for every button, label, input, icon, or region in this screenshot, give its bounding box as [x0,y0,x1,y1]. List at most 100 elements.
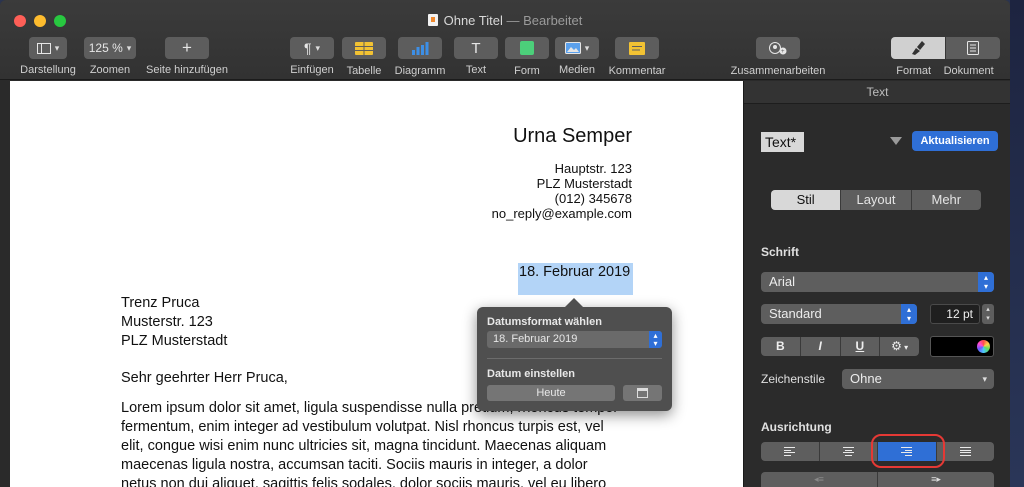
character-styles-label: Zeichenstile [761,372,826,386]
add-page-button[interactable]: + [165,37,209,59]
date-format-popover: Datumsformat wählen 18. Februar 2019 ▴ ▾ … [477,298,672,411]
inspector-tabs: Stil Layout Mehr [771,190,981,210]
view-button[interactable]: ▾ [29,37,67,59]
toolbar-inspector-switch: Format Dokument [890,37,1000,77]
bold-button[interactable]: B [761,337,800,356]
photo-icon [564,42,581,54]
update-style-button[interactable]: Aktualisieren [912,131,998,151]
inspector-header: Text [744,81,1010,104]
indent-buttons: ◂≡ ≡▸ [761,472,994,487]
decrease-indent-button[interactable]: ◂≡ [761,472,877,487]
increase-indent-button[interactable]: ≡▸ [877,472,994,487]
toolbar: Ohne Titel — Bearbeitet ▾ Darstellung 12… [0,0,1010,80]
desktop-background [1010,0,1024,487]
toolbar-zoom[interactable]: 125 % ▾ Zoomen [82,37,138,76]
toolbar-chart[interactable]: Diagramm [392,37,448,77]
align-center-icon [842,446,854,458]
underline-button[interactable]: U [839,337,880,356]
text-options-button[interactable]: ⚙︎ ▾ [879,337,919,356]
table-icon [355,41,373,55]
paragraph-style-name[interactable]: Text* [761,132,804,152]
bar-chart-icon [412,41,429,55]
shape-button[interactable] [505,37,549,59]
font-weight-select[interactable]: Standard ▴ ▾ [761,304,917,324]
toolbar-view[interactable]: ▾ Darstellung [18,37,78,76]
font-section-title: Schrift [761,245,800,259]
collaborate-icon: + [769,41,787,55]
right-align-highlight-ring [871,434,945,468]
gear-icon: ⚙︎ [891,339,902,353]
chevron-down-icon: ▾ [126,42,132,53]
align-left-icon [784,446,796,458]
text-color-well[interactable] [930,336,994,357]
alignment-section-title: Ausrichtung [761,420,832,434]
text-icon: T [471,39,481,57]
toolbar-shape[interactable]: Form [505,37,549,77]
increase-indent-icon: ≡▸ [931,474,941,484]
sender-name[interactable]: Urna Semper [513,125,632,148]
date-format-label: Datumsformat wählen [487,316,602,328]
format-inspector: Text Text* Aktualisieren Stil Layout Meh… [743,81,1010,487]
pages-window: Ohne Titel — Bearbeitet ▾ Darstellung 12… [0,0,1010,487]
font-size-field[interactable]: 12 pt [930,304,980,324]
shape-icon [520,41,534,55]
chevron-down-icon: ▾ [315,42,321,53]
document-icon [427,14,438,26]
comment-icon [629,41,645,55]
toolbar-comment[interactable]: Kommentar [607,37,667,77]
justify-icon [959,446,971,458]
svg-text:+: + [781,49,785,55]
date-field[interactable]: 18. Februar 2019 [519,264,630,280]
tab-layout[interactable]: Layout [840,190,910,210]
format-button[interactable] [890,37,945,59]
toolbar-collaborate[interactable]: + Zusammenarbeiten [728,37,828,77]
align-center-button[interactable] [818,442,878,461]
chevron-down-icon: ▾ [901,343,909,352]
style-menu-triangle-icon[interactable] [890,137,902,145]
collaborate-button[interactable]: + [756,37,800,59]
pilcrow-icon: ¶ [303,40,312,56]
plus-icon: + [182,38,192,57]
comment-button[interactable] [615,37,659,59]
toolbar-media[interactable]: ▾ Medien [555,37,599,76]
chart-button[interactable] [398,37,442,59]
table-button[interactable] [342,37,386,59]
media-button[interactable]: ▾ [555,37,599,59]
zoom-select[interactable]: 125 % ▾ [84,37,136,59]
color-wheel-icon[interactable] [977,340,990,353]
character-styles-select[interactable]: Ohne ▾ [842,369,994,389]
up-down-arrows-icon: ▴ ▾ [649,331,662,348]
up-down-arrows-icon: ▴ ▾ [978,272,994,292]
paintbrush-icon [911,41,925,55]
text-box-button[interactable]: T [454,37,498,59]
toolbar-add-page[interactable]: + Seite hinzufügen [144,37,230,76]
document-canvas[interactable]: Urna Semper Hauptstr. 123 PLZ Musterstad… [10,81,743,487]
toolbar-text[interactable]: T Text [454,37,498,76]
today-button[interactable]: Heute [487,385,615,401]
decrease-indent-icon: ◂≡ [814,474,824,484]
chevron-down-icon: ▾ [982,374,987,384]
up-down-arrows-icon: ▴ ▾ [901,304,917,324]
sender-address[interactable]: Hauptstr. 123 PLZ Musterstadt (012) 3456… [492,161,632,221]
tab-style[interactable]: Stil [771,190,841,210]
font-size-stepper[interactable]: ▴ ▾ [982,304,994,324]
calendar-button[interactable] [623,385,662,401]
tab-more[interactable]: Mehr [910,190,981,210]
align-left-button[interactable] [761,442,819,461]
salutation[interactable]: Sehr geehrter Herr Pruca, [121,370,288,386]
popover-divider [487,358,662,359]
font-family-select[interactable]: Arial ▴ ▾ [761,272,994,292]
window-title: Ohne Titel — Bearbeitet [0,13,1010,28]
insert-button[interactable]: ¶ ▾ [290,37,334,59]
toolbar-insert[interactable]: ¶ ▾ Einfügen [288,37,336,76]
document-button[interactable] [945,37,1000,59]
italic-button[interactable]: I [799,337,840,356]
text-format-buttons: B I U ⚙︎ ▾ [761,337,919,356]
body-text[interactable]: Lorem ipsum dolor sit amet, ligula suspe… [121,399,631,487]
recipient-address[interactable]: Trenz Pruca Musterstr. 123 PLZ Mustersta… [121,294,227,351]
chevron-down-icon: ▾ [584,42,590,53]
set-date-label: Datum einstellen [487,368,576,380]
toolbar-table[interactable]: Tabelle [342,37,386,77]
document-outline-icon [966,41,979,55]
date-format-select[interactable]: 18. Februar 2019 ▴ ▾ [487,331,662,348]
